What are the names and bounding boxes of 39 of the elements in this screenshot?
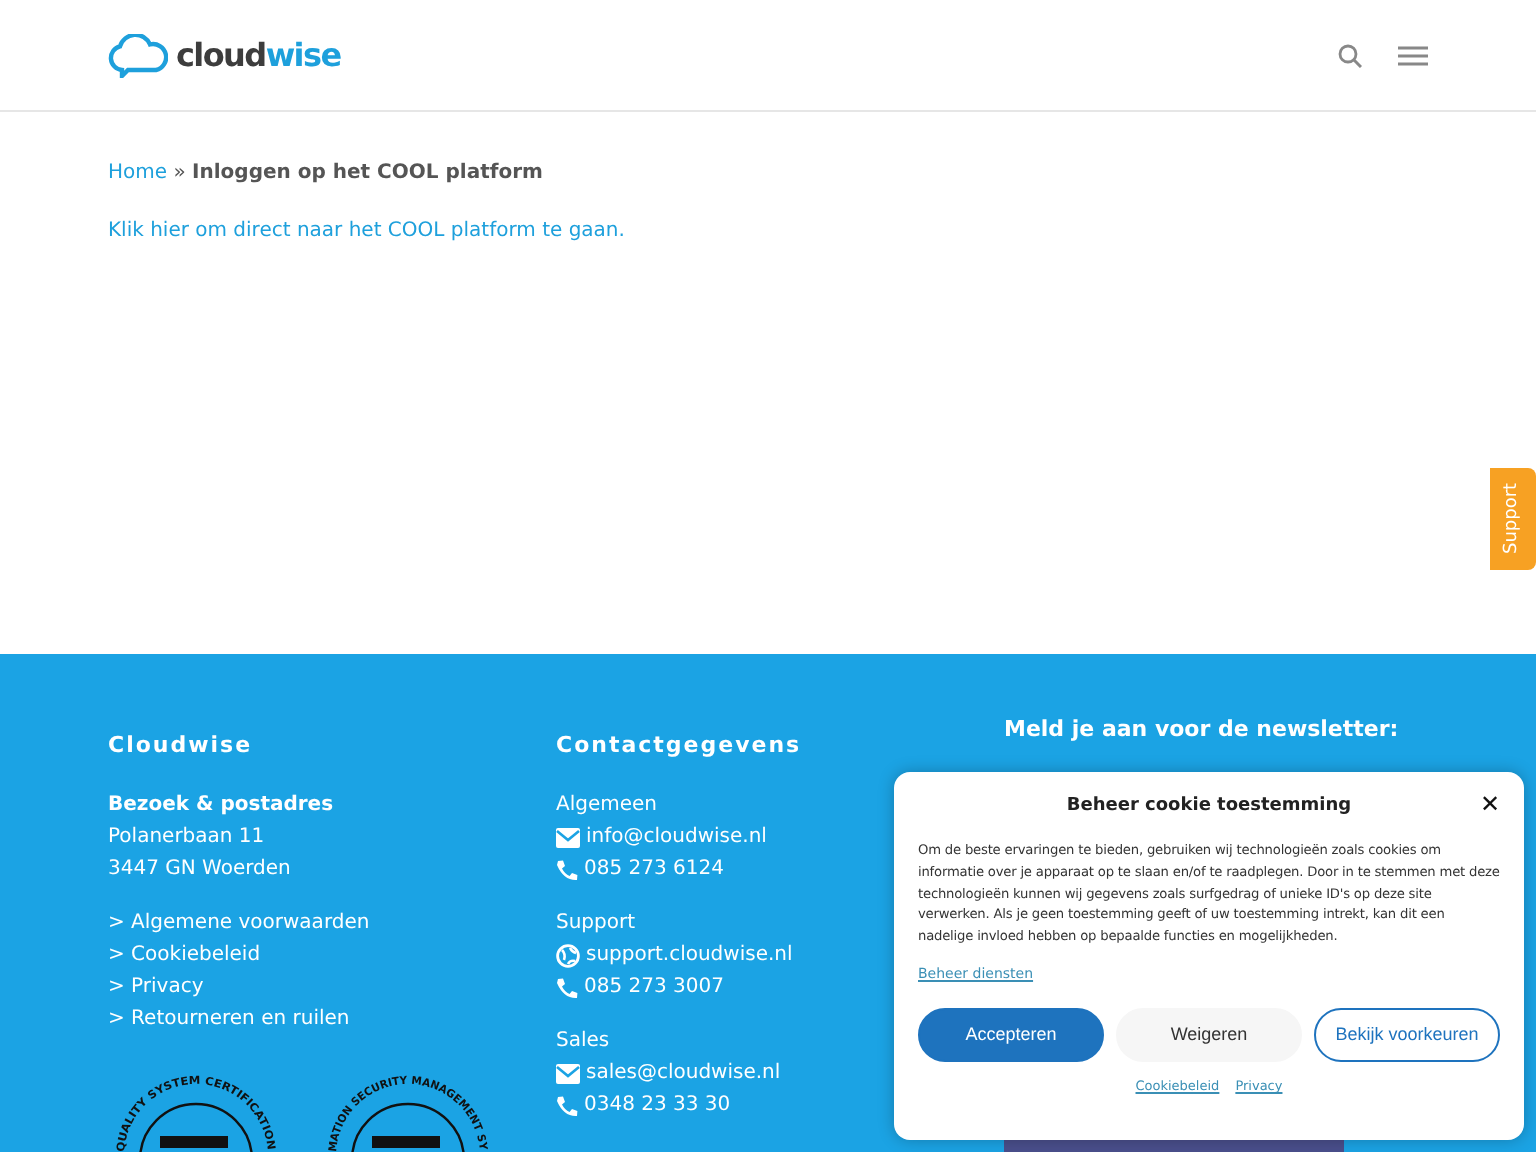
dialog-title: Beheer cookie toestemming [1066,796,1352,816]
contact-link[interactable]: support.cloudwise.nl [586,940,793,972]
footer-link[interactable]: > Cookiebeleid [108,940,556,972]
breadcrumb-separator: » [173,162,186,184]
phone-icon [556,859,578,881]
globe-icon [556,944,580,968]
preferences-button[interactable]: Bekijk voorkeuren [1314,1007,1500,1062]
footer-link[interactable]: > Retourneren en ruilen [108,1004,556,1036]
phone-number: 0348 23 33 30 [584,1092,731,1120]
footer-heading: Meld je aan voor de newsletter: [1004,714,1401,746]
address-heading: Bezoek & postadres [108,792,334,820]
breadcrumb-home-link[interactable]: Home [108,162,168,184]
menu-icon[interactable] [1398,45,1428,65]
contact-heading: Sales [556,1028,610,1056]
support-tab[interactable]: Support [1490,468,1536,570]
search-icon[interactable] [1338,43,1362,67]
platform-link[interactable]: Klik hier om direct naar het COOL platform te gaan. [108,220,625,242]
contact-heading: Algemeen [556,792,658,820]
envelope-icon [556,828,580,848]
address-line: Polanerbaan 11 [108,824,265,852]
address-line: 3447 GN Woerden [108,856,291,884]
phone-number: 085 273 3007 [584,974,724,1002]
accept-button[interactable]: Accepteren [918,1007,1104,1062]
contact-link[interactable]: sales@cloudwise.nl [586,1058,781,1090]
contact-link[interactable]: info@cloudwise.nl [586,822,767,854]
phone-icon [556,1095,578,1117]
decline-button[interactable]: Weigeren [1116,1007,1302,1062]
cloudwise-logo[interactable]: cloudwise [108,33,341,77]
footer-heading: Cloudwise [108,730,255,762]
close-button[interactable]: ✕ [1479,790,1500,818]
envelope-icon [556,1064,580,1084]
phone-number: 085 273 6124 [584,856,724,884]
contact-heading: Support [556,910,636,938]
footer-link[interactable]: > Privacy [108,972,556,1004]
footer-link[interactable]: > Algemene voorwaarden [108,908,556,940]
cloud-icon [108,33,168,77]
footer-heading: Contactgegevens [556,730,804,762]
phone-icon [556,977,578,999]
breadcrumb-current: Inloggen op het COOL platform [192,162,543,184]
